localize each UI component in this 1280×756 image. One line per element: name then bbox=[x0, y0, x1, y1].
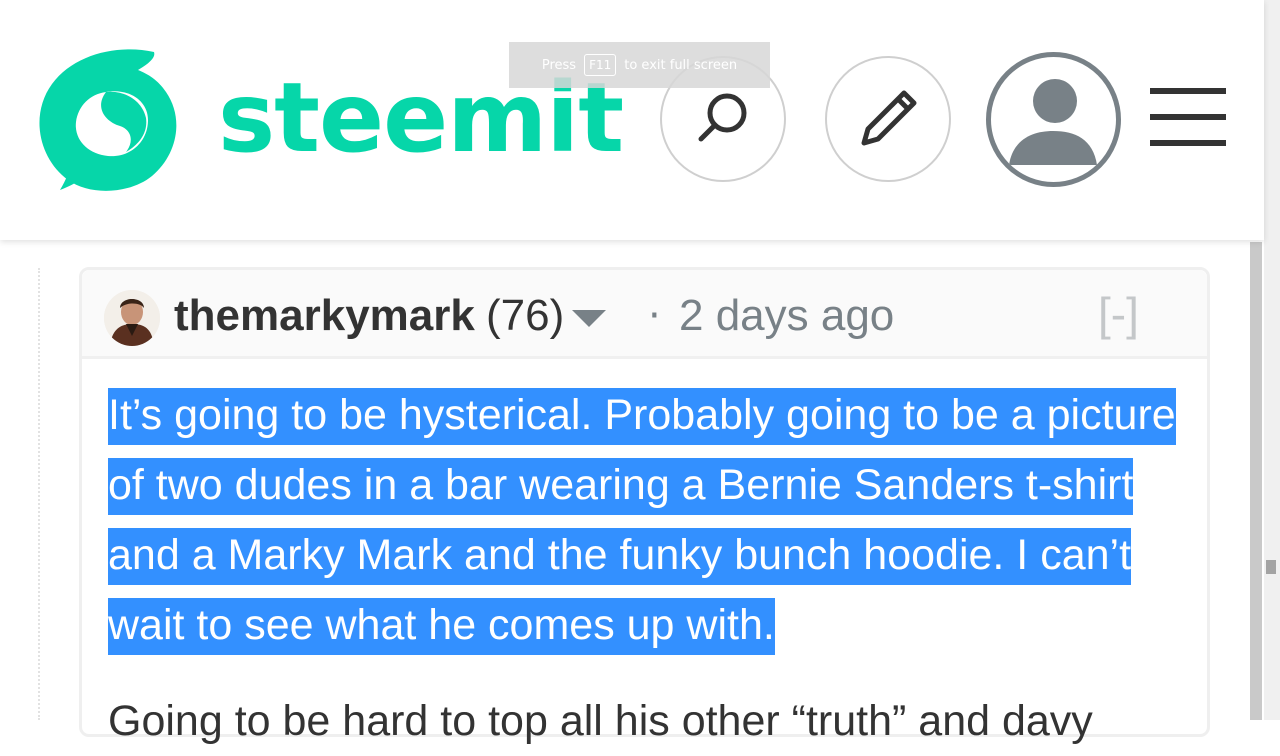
top-header: steemit bbox=[0, 0, 1264, 240]
search-icon bbox=[698, 93, 747, 142]
author-reputation: (76) bbox=[486, 291, 565, 340]
page-scrollbar-track[interactable] bbox=[1264, 0, 1280, 720]
steemit-logo-icon[interactable] bbox=[36, 48, 178, 192]
author-avatar[interactable] bbox=[104, 290, 160, 346]
chevron-down-icon[interactable] bbox=[572, 310, 606, 327]
thread-indent-line bbox=[38, 268, 40, 720]
fullscreen-notice: Press F11 to exit full screen bbox=[509, 42, 770, 88]
comment-body: It’s going to be hysterical. Probably go… bbox=[108, 380, 1188, 756]
comment-header: themarkymark (76) · 2 days ago [-] bbox=[82, 270, 1207, 359]
pencil-icon bbox=[861, 90, 917, 146]
f11-key-badge: F11 bbox=[584, 54, 617, 76]
comment-card: themarkymark (76) · 2 days ago [-] It’s … bbox=[79, 267, 1210, 745]
scrollbar-marker bbox=[1266, 560, 1276, 574]
author-avatar-image bbox=[104, 290, 160, 346]
fullscreen-notice-suffix: to exit full screen bbox=[624, 57, 738, 73]
collapse-comment-button[interactable]: [-] bbox=[1098, 286, 1139, 342]
comment-paragraph-selected: It’s going to be hysterical. Probably go… bbox=[108, 388, 1176, 655]
comment-timestamp[interactable]: 2 days ago bbox=[679, 288, 894, 344]
user-menu-button[interactable] bbox=[986, 52, 1121, 187]
comment-paragraph: Going to be hard to top all his other “t… bbox=[108, 697, 1093, 745]
comment-author[interactable]: themarkymark bbox=[174, 288, 475, 344]
write-post-button[interactable] bbox=[825, 56, 951, 182]
separator-dot: · bbox=[648, 293, 661, 339]
fullscreen-notice-press: Press bbox=[541, 57, 577, 73]
page-scrollbar-thumb[interactable] bbox=[1250, 242, 1262, 720]
user-avatar-icon bbox=[1009, 73, 1097, 165]
hamburger-menu-icon[interactable] bbox=[1150, 88, 1228, 150]
